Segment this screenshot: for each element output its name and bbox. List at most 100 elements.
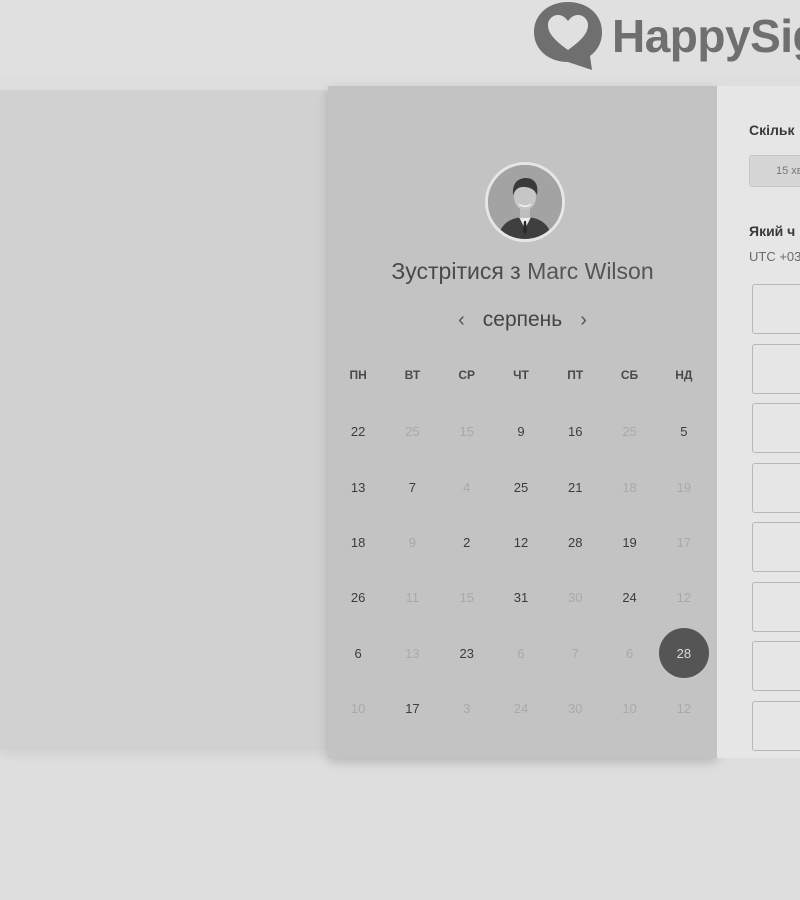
next-month-chevron-icon[interactable]: › xyxy=(570,310,597,330)
calendar-day[interactable]: 25 xyxy=(494,459,548,514)
calendar-day[interactable]: 28 xyxy=(548,515,602,570)
calendar-day: 30 xyxy=(548,570,602,625)
day-number: 7 xyxy=(571,645,579,661)
day-number: 12 xyxy=(513,534,529,550)
time-slot-button[interactable] xyxy=(752,522,800,572)
day-number: 28 xyxy=(568,534,583,550)
calendar-day-grid: 22 25 15 9 16 25 5 13 7 4 25 21 18 19 18 9 2 12 28 19 17 26 11… xyxy=(331,404,711,736)
time-slot-button[interactable] xyxy=(752,581,800,632)
host-avatar xyxy=(485,162,565,242)
day-number: 6 xyxy=(625,645,634,661)
booking-details-panel: Скільк 15 хв Який ч UTC +03 xyxy=(717,86,800,758)
calendar-day[interactable]: 23 xyxy=(440,626,494,681)
calendar-day[interactable]: 26 xyxy=(331,570,385,625)
person-photo-icon xyxy=(488,165,562,239)
day-number: 17 xyxy=(676,534,692,550)
left-panel xyxy=(0,90,330,750)
calendar-day: 24 xyxy=(494,681,548,736)
calendar-day: 11 xyxy=(385,570,439,625)
day-number: 25 xyxy=(513,479,529,495)
day-number: 25 xyxy=(622,424,637,440)
day-number: 7 xyxy=(408,479,417,495)
calendar-day[interactable]: 21 xyxy=(548,459,602,514)
weekday-label: СР xyxy=(458,368,476,382)
day-number: 18 xyxy=(622,479,637,495)
day-number: 18 xyxy=(350,534,366,550)
duration-option-button[interactable]: 15 хв xyxy=(749,155,800,187)
calendar-day[interactable]: 17 xyxy=(385,681,439,736)
weekday-label: ПТ xyxy=(567,368,584,382)
time-label: Який ч xyxy=(749,223,796,239)
calendar-day[interactable]: 22 xyxy=(331,404,385,459)
day-number: 10 xyxy=(622,701,637,717)
day-number: 19 xyxy=(676,479,692,495)
calendar-day: 17 xyxy=(657,515,711,570)
host-name: Marc Wilson xyxy=(527,258,654,284)
calendar-day[interactable]: 2 xyxy=(440,515,494,570)
day-number: 15 xyxy=(459,590,474,606)
day-number: 11 xyxy=(405,590,420,606)
calendar-day[interactable]: 13 xyxy=(331,459,385,514)
calendar-day[interactable]: 9 xyxy=(494,404,548,459)
day-number: 16 xyxy=(568,424,583,440)
day-number: 6 xyxy=(517,645,525,661)
calendar-day-selected[interactable]: 28 xyxy=(657,626,711,681)
day-number: 4 xyxy=(463,479,471,495)
meeting-title-prefix: Зустрітися з xyxy=(391,258,521,284)
calendar-day: 15 xyxy=(440,570,494,625)
calendar-day: 6 xyxy=(494,626,548,681)
timezone-text: UTC +03 xyxy=(749,249,800,264)
calendar-panel: Зустрітися з Marc Wilson ‹ серпень › ПН В… xyxy=(328,86,717,758)
weekday-label: НД xyxy=(675,368,693,382)
top-header: HappySig xyxy=(0,0,800,78)
day-number: 28 xyxy=(658,628,709,679)
weekday-label: ВТ xyxy=(404,368,421,382)
calendar-day[interactable]: 12 xyxy=(494,515,548,570)
calendar-day[interactable]: 16 xyxy=(548,404,602,459)
day-number: 23 xyxy=(459,645,474,661)
calendar-day: 30 xyxy=(548,681,602,736)
prev-month-chevron-icon[interactable]: ‹ xyxy=(448,310,475,330)
calendar-day: 3 xyxy=(440,681,494,736)
day-number: 13 xyxy=(405,645,420,661)
time-slot-button[interactable] xyxy=(752,343,800,394)
day-number: 2 xyxy=(463,534,471,550)
time-slot-button[interactable] xyxy=(752,700,800,751)
day-number: 17 xyxy=(405,701,420,717)
calendar-day: 10 xyxy=(602,681,656,736)
weekday-header: ПН ВТ СР ЧТ ПТ СБ НД xyxy=(331,368,711,382)
calendar-day: 9 xyxy=(385,515,439,570)
calendar-day[interactable]: 19 xyxy=(602,515,656,570)
day-number: 10 xyxy=(350,701,366,717)
day-number: 30 xyxy=(568,590,583,606)
day-number: 21 xyxy=(568,479,583,495)
calendar-day: 6 xyxy=(602,626,656,681)
calendar-day[interactable]: 18 xyxy=(331,515,385,570)
brand-logo[interactable]: HappySig xyxy=(532,0,800,72)
day-number: 26 xyxy=(350,590,366,606)
time-slot-button[interactable] xyxy=(752,284,800,334)
day-number: 24 xyxy=(622,590,637,606)
weekday-label: ПН xyxy=(349,368,367,382)
day-number: 15 xyxy=(459,424,474,440)
day-number: 25 xyxy=(405,424,420,440)
month-navigation: ‹ серпень › xyxy=(328,308,717,332)
calendar-day: 7 xyxy=(548,626,602,681)
time-slot-button[interactable] xyxy=(752,641,800,691)
day-number: 6 xyxy=(354,645,362,661)
calendar-day: 25 xyxy=(602,404,656,459)
time-slot-button[interactable] xyxy=(752,462,800,513)
calendar-day: 4 xyxy=(440,459,494,514)
calendar-day[interactable]: 6 xyxy=(331,626,385,681)
day-number: 12 xyxy=(676,701,692,717)
day-number: 9 xyxy=(517,424,525,440)
calendar-day[interactable]: 5 xyxy=(657,404,711,459)
calendar-day: 19 xyxy=(657,459,711,514)
calendar-day[interactable]: 24 xyxy=(602,570,656,625)
calendar-day[interactable]: 7 xyxy=(385,459,439,514)
calendar-day[interactable]: 31 xyxy=(494,570,548,625)
day-number: 12 xyxy=(676,590,692,606)
time-slot-button[interactable] xyxy=(752,403,800,453)
logo-text: HappySig xyxy=(612,10,800,62)
month-label: серпень xyxy=(482,308,563,331)
